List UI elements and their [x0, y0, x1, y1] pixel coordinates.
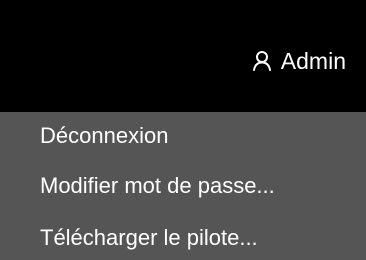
user-name: Admin [280, 47, 346, 74]
user-dropdown-menu: Déconnexion Modifier mot de passe... Tél… [0, 112, 366, 260]
top-bar: Admin [0, 0, 366, 112]
menu-item-logout[interactable]: Déconnexion [40, 116, 168, 156]
app-root: Admin Déconnexion Modifier mot de passe.… [0, 0, 366, 260]
menu-item-change-password[interactable]: Modifier mot de passe... [40, 166, 275, 206]
menu-item-download-driver[interactable]: Télécharger le pilote... [40, 218, 258, 258]
user-menu-button[interactable]: Admin [252, 44, 346, 78]
user-icon [252, 50, 272, 72]
